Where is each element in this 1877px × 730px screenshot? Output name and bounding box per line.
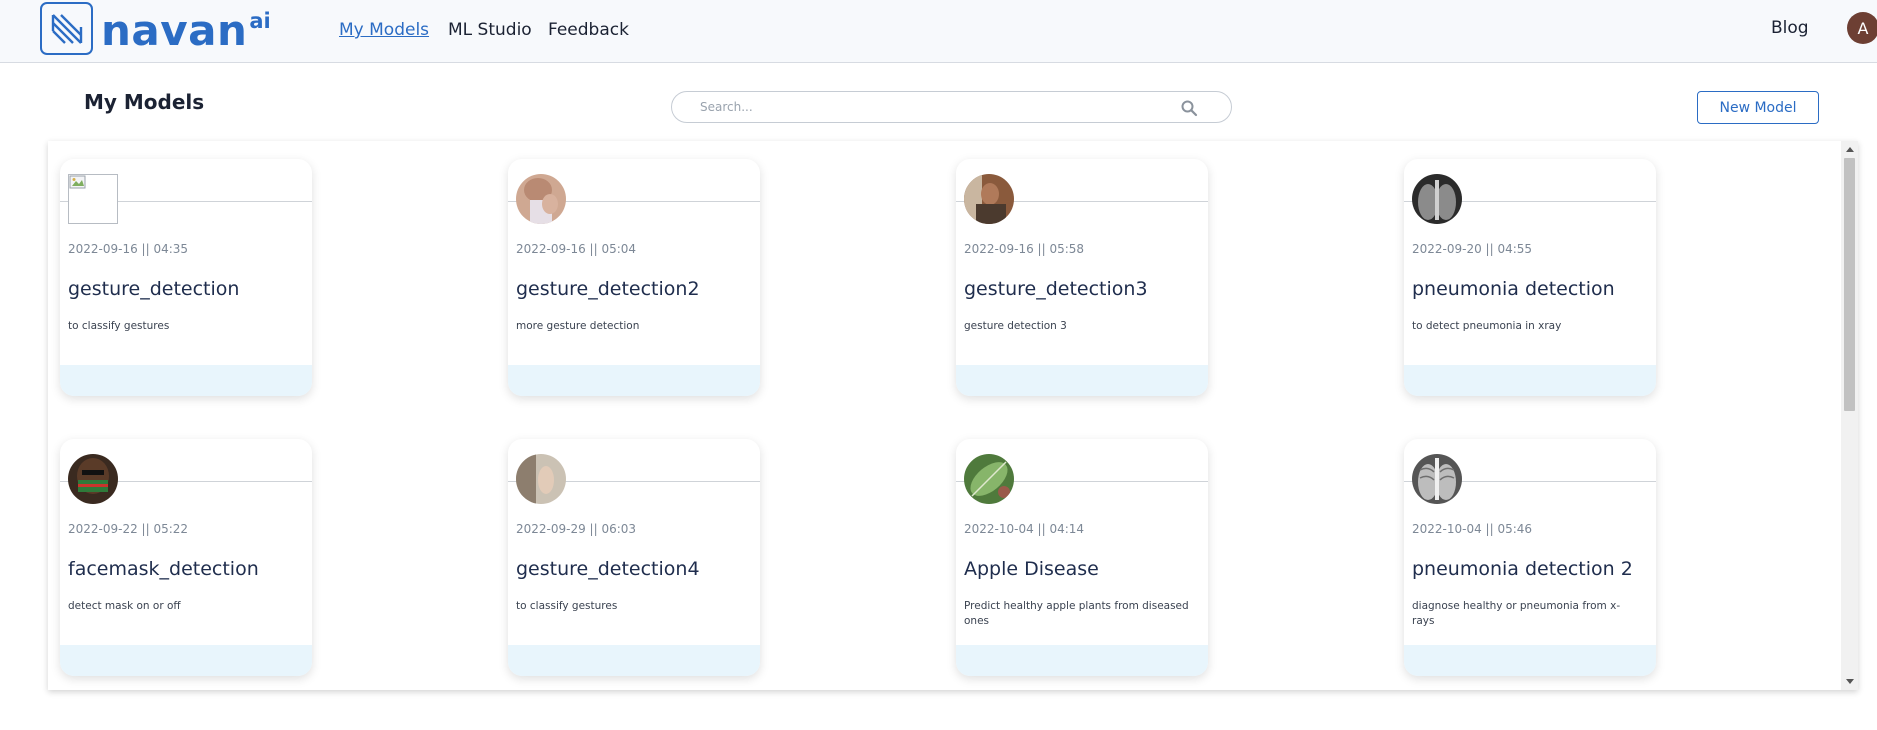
card-footer — [508, 365, 760, 396]
scrollbar-thumb[interactable] — [1844, 158, 1855, 411]
card-description: detect mask on or off — [68, 600, 181, 612]
card-description: Predict healthy apple plants from diseas… — [964, 600, 1189, 627]
brand-superscript: ai — [249, 9, 271, 33]
card-footer — [60, 365, 312, 396]
search-input[interactable] — [700, 98, 1170, 116]
model-card[interactable]: 2022-09-16 || 05:04 gesture_detection2 m… — [508, 159, 760, 396]
scroll-down-arrow-icon[interactable] — [1846, 679, 1854, 684]
card-date: 2022-09-22 || 05:22 — [68, 522, 189, 536]
card-description: diagnose healthy or pneumonia from x-ray… — [1412, 600, 1621, 627]
card-title: pneumonia detection — [1412, 278, 1615, 300]
card-date: 2022-09-29 || 06:03 — [516, 522, 637, 536]
model-card[interactable]: 2022-09-29 || 06:03 gesture_detection4 t… — [508, 439, 760, 676]
model-thumbnail — [1412, 454, 1462, 504]
model-thumbnail — [516, 454, 566, 504]
model-card[interactable]: 2022-10-04 || 05:46 pneumonia detection … — [1404, 439, 1656, 676]
model-thumbnail — [516, 174, 566, 224]
card-description: to detect pneumonia in xray — [1412, 320, 1562, 332]
card-description: to classify gestures — [68, 320, 170, 332]
model-thumbnail — [68, 454, 118, 504]
card-title: pneumonia detection 2 — [1412, 558, 1633, 580]
models-panel: 2022-09-16 || 04:35 gesture_detection to… — [48, 141, 1858, 690]
card-date: 2022-09-16 || 04:35 — [68, 242, 189, 256]
card-title: facemask_detection — [68, 558, 259, 580]
model-card[interactable]: 2022-09-16 || 04:35 gesture_detection to… — [60, 159, 312, 396]
card-date: 2022-10-04 || 05:46 — [1412, 522, 1533, 536]
model-card[interactable]: 2022-09-22 || 05:22 facemask_detection d… — [60, 439, 312, 676]
nav-ml-studio[interactable]: ML Studio — [448, 20, 532, 40]
new-model-button[interactable]: New Model — [1697, 91, 1819, 124]
card-date: 2022-09-16 || 05:04 — [516, 242, 637, 256]
page-title: My Models — [84, 90, 205, 114]
nav-feedback[interactable]: Feedback — [548, 20, 629, 40]
card-footer — [956, 365, 1208, 396]
card-title: Apple Disease — [964, 558, 1099, 580]
model-thumbnail — [1412, 174, 1462, 224]
card-footer — [1404, 365, 1656, 396]
brand-logo[interactable]: navan ai — [40, 2, 271, 60]
nav-my-models[interactable]: My Models — [339, 20, 429, 40]
logo-mark-icon — [40, 2, 93, 55]
broken-image-icon — [68, 174, 118, 224]
card-title: gesture_detection — [68, 278, 240, 300]
top-navbar: navan ai My Models ML Studio Feedback Bl… — [0, 0, 1877, 63]
search-bar — [671, 91, 1232, 123]
card-title: gesture_detection4 — [516, 558, 700, 580]
model-card[interactable]: 2022-10-04 || 04:14 Apple Disease Predic… — [956, 439, 1208, 676]
model-thumbnail — [964, 454, 1014, 504]
model-card[interactable]: 2022-09-16 || 05:58 gesture_detection3 g… — [956, 159, 1208, 396]
card-date: 2022-09-20 || 04:55 — [1412, 242, 1533, 256]
nav-blog[interactable]: Blog — [1771, 18, 1809, 38]
card-footer — [508, 645, 760, 676]
card-title: gesture_detection2 — [516, 278, 700, 300]
scroll-up-arrow-icon[interactable] — [1846, 147, 1854, 152]
card-description: gesture detection 3 — [964, 320, 1067, 332]
card-title: gesture_detection3 — [964, 278, 1148, 300]
vertical-scrollbar[interactable] — [1841, 141, 1858, 690]
card-footer — [60, 645, 312, 676]
card-footer — [1404, 645, 1656, 676]
card-date: 2022-09-16 || 05:58 — [964, 242, 1085, 256]
card-description: to classify gestures — [516, 600, 618, 612]
model-thumbnail — [964, 174, 1014, 224]
brand-name: navan — [101, 6, 248, 55]
card-description: more gesture detection — [516, 320, 640, 332]
card-date: 2022-10-04 || 04:14 — [964, 522, 1085, 536]
search-icon[interactable] — [1180, 99, 1198, 121]
card-footer — [956, 645, 1208, 676]
model-card[interactable]: 2022-09-20 || 04:55 pneumonia detection … — [1404, 159, 1656, 396]
user-avatar[interactable]: A — [1847, 12, 1877, 44]
